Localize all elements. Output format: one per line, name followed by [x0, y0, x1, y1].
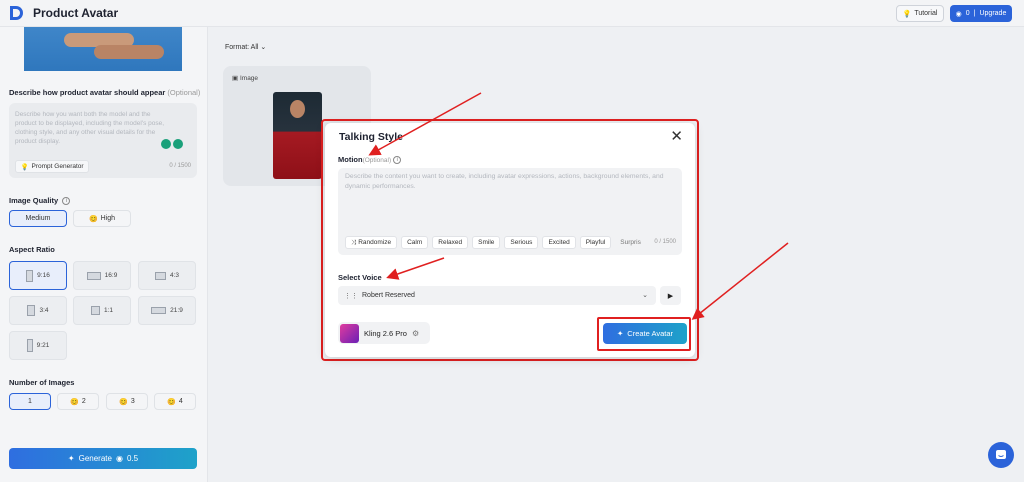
- sliders-icon: ⚙: [411, 328, 420, 338]
- num-images-1[interactable]: 1: [9, 393, 51, 410]
- shuffle-icon: ⤨: [351, 238, 357, 246]
- lightbulb-icon: 💡: [20, 163, 29, 171]
- crown-icon: 😊: [70, 398, 79, 406]
- ratio-3-4[interactable]: 3:4: [9, 296, 67, 325]
- prompt-generator-button[interactable]: 💡 Prompt Generator: [15, 160, 89, 173]
- num-images-3[interactable]: 😊 3: [106, 393, 148, 410]
- chip-playful[interactable]: Playful: [579, 236, 612, 249]
- quality-high[interactable]: 😊 High: [73, 210, 131, 227]
- settings-panel: Describe how product avatar should appea…: [0, 27, 208, 482]
- crown-icon: 😊: [88, 215, 98, 223]
- dialog-title: Talking Style: [339, 131, 403, 143]
- describe-textarea[interactable]: Describe how you want both the model and…: [9, 103, 197, 178]
- chat-support-button[interactable]: [988, 442, 1014, 468]
- chip-excited[interactable]: Excited: [542, 236, 576, 249]
- motion-textarea[interactable]: Describe the content you want to create,…: [338, 168, 682, 255]
- chip-surprised[interactable]: Surpris: [615, 236, 646, 249]
- select-voice-label: Select Voice: [338, 273, 382, 282]
- product-model-image: [24, 27, 182, 71]
- describe-char-count: 0 / 1500: [169, 163, 191, 169]
- grammarly-icon[interactable]: [161, 139, 183, 149]
- chip-relaxed[interactable]: Relaxed: [432, 236, 469, 249]
- motion-char-count: 0 / 1500: [654, 239, 676, 245]
- app-logo-icon: [10, 6, 23, 20]
- top-bar: Product Avatar 💡 Tutorial ◉ 0 | Upgrade: [0, 0, 1024, 27]
- crown-icon: 😊: [119, 398, 128, 406]
- info-icon: i: [393, 156, 402, 165]
- close-icon[interactable]: ✕: [670, 129, 683, 144]
- ratio-16-9[interactable]: 16:9: [73, 261, 131, 290]
- lightbulb-icon: 💡: [902, 10, 912, 18]
- waveform-icon: ⋮⋮: [344, 292, 358, 300]
- chip-randomize[interactable]: ⤨ Randomize: [345, 236, 398, 249]
- play-icon: ▶: [667, 292, 674, 300]
- quality-medium[interactable]: Medium: [9, 210, 67, 227]
- num-images-2[interactable]: 😊 2: [57, 393, 99, 410]
- generate-button[interactable]: ✦ Generate ◉ 0.5: [9, 448, 197, 469]
- sparkle-icon: ✦: [67, 454, 75, 463]
- voice-select[interactable]: ⋮⋮ Robert Reserved ⌄: [338, 286, 656, 305]
- credit-icon: ◉: [955, 10, 962, 18]
- motion-presets: ⤨ Randomize Calm Relaxed Smile Serious Ex…: [345, 236, 646, 249]
- motion-label: Motion(Optional) i: [338, 155, 402, 165]
- chip-serious[interactable]: Serious: [504, 236, 539, 249]
- format-filter[interactable]: Format: All ⌄: [225, 43, 266, 51]
- ratio-1-1[interactable]: 1:1: [73, 296, 131, 325]
- credit-icon: ◉: [115, 454, 123, 463]
- chat-icon: [996, 450, 1006, 459]
- ratio-21-9[interactable]: 21:9: [138, 296, 196, 325]
- num-images-4[interactable]: 😊 4: [154, 393, 196, 410]
- chevron-down-icon: ⌄: [642, 292, 648, 299]
- tutorial-button[interactable]: 💡 Tutorial: [896, 5, 944, 22]
- image-icon: ▣: [232, 75, 239, 82]
- card-type-label: ▣ Image: [232, 75, 259, 82]
- number-of-images-label: Number of Images: [9, 378, 75, 387]
- chip-calm[interactable]: Calm: [401, 236, 429, 249]
- info-icon: i: [62, 197, 71, 206]
- ratio-9-16[interactable]: 9:16: [9, 261, 67, 290]
- image-quality-label: Image Quality i: [9, 196, 71, 206]
- ratio-4-3[interactable]: 4:3: [138, 261, 196, 290]
- result-image[interactable]: [273, 92, 322, 179]
- ratio-9-21[interactable]: 9:21: [9, 331, 67, 360]
- chip-smile[interactable]: Smile: [472, 236, 501, 249]
- describe-label: Describe how product avatar should appea…: [9, 88, 201, 97]
- model-selector[interactable]: Kling 2.6 Pro ⚙: [338, 322, 430, 344]
- aspect-ratio-label: Aspect Ratio: [9, 245, 55, 254]
- page-title: Product Avatar: [33, 6, 119, 20]
- upgrade-button[interactable]: ◉ 0 | Upgrade: [950, 5, 1012, 22]
- play-voice-button[interactable]: ▶: [660, 286, 681, 305]
- create-avatar-button[interactable]: ✦ Create Avatar: [603, 323, 687, 344]
- chevron-down-icon: ⌄: [260, 44, 267, 51]
- model-thumbnail: [340, 323, 359, 343]
- crown-icon: 😊: [167, 398, 176, 406]
- arrow-to-create: [691, 242, 789, 320]
- sparkle-icon: ✦: [616, 329, 624, 338]
